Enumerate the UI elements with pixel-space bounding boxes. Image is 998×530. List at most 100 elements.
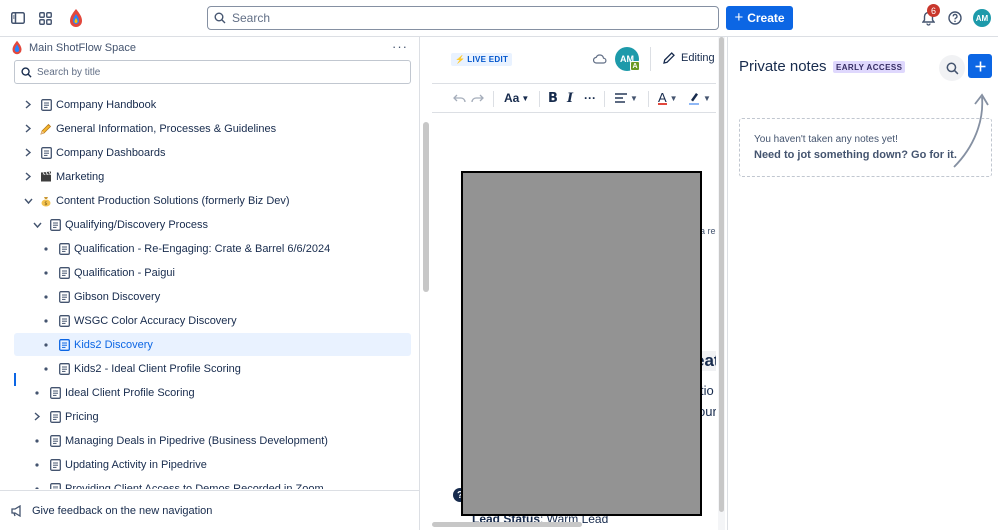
- chevron-down-icon: ▼: [521, 93, 530, 103]
- sidebar-tree-item[interactable]: Kids2 - Ideal Client Profile Scoring: [14, 357, 411, 380]
- search-icon: [946, 62, 958, 74]
- more-options-icon[interactable]: ···: [392, 39, 408, 54]
- global-search-input[interactable]: Search: [207, 6, 719, 30]
- sidebar-tree-item-label: Updating Activity in Pipedrive: [65, 458, 207, 471]
- page-icon: [58, 242, 70, 255]
- sidebar-tree-item-label: Providing Client Access to Demos Recorde…: [65, 482, 324, 490]
- content-fragment: a re: [700, 226, 716, 236]
- sidebar-tree-item[interactable]: WSGC Color Accuracy Discovery: [14, 309, 411, 332]
- sidebar-tree-item[interactable]: Providing Client Access to Demos Recorde…: [14, 477, 411, 489]
- empty-notes-line2: Need to jot something down? Go for it.: [754, 149, 957, 161]
- text-color-dropdown[interactable]: A ▼: [658, 89, 678, 107]
- clapper-emoji-icon: [40, 171, 52, 183]
- user-avatar[interactable]: AM: [973, 9, 991, 27]
- alignment-dropdown[interactable]: ▼: [615, 89, 638, 107]
- toolbar-divider: [648, 91, 649, 107]
- undo-icon[interactable]: [453, 89, 466, 107]
- sidebar-tree-item[interactable]: Ideal Client Profile Scoring: [14, 381, 411, 404]
- sidebar-tree-item[interactable]: Company Dashboards: [14, 141, 411, 164]
- notes-title: Private notes: [739, 58, 827, 75]
- bullet-icon: [31, 387, 43, 399]
- chevron-down-icon[interactable]: [22, 195, 34, 207]
- space-logo-icon: [11, 40, 23, 58]
- sidebar-tree-item-label: Gibson Discovery: [74, 290, 161, 303]
- notes-search-button[interactable]: [939, 55, 965, 81]
- bullet-icon: [40, 267, 52, 279]
- sidebar-tree-item-label: Kids2 - Ideal Client Profile Scoring: [74, 362, 241, 375]
- page-icon: [49, 482, 61, 489]
- sidebar-tree-item[interactable]: Pricing: [14, 405, 411, 428]
- notification-count-badge: 6: [927, 4, 940, 17]
- page-icon: [49, 458, 61, 471]
- chevron-right-icon[interactable]: [31, 411, 43, 423]
- page-icon: [49, 218, 61, 231]
- highlight-dropdown[interactable]: ▼: [688, 89, 711, 107]
- redo-icon[interactable]: [471, 89, 484, 107]
- italic-icon[interactable]: I: [567, 89, 573, 107]
- toolbar-divider: [493, 91, 494, 107]
- bullet-icon: [40, 291, 52, 303]
- sidebar-tree-item[interactable]: $ Content Production Solutions (formerly …: [14, 189, 411, 212]
- empty-notes-placeholder: You haven't taken any notes yet! Need to…: [739, 118, 992, 177]
- chevron-down-icon: ▼: [630, 93, 638, 103]
- sidebar-tree-item[interactable]: Kids2 Discovery: [14, 333, 411, 356]
- space-title[interactable]: Main ShotFlow Space: [29, 42, 136, 54]
- private-notes-panel: Private notes EARLY ACCESS You haven't t…: [727, 37, 998, 530]
- app-switcher-icon[interactable]: [36, 9, 54, 27]
- editing-mode-button[interactable]: Editing: [662, 51, 715, 65]
- chevron-right-icon[interactable]: [22, 99, 34, 111]
- text-style-dropdown[interactable]: Aa ▼: [504, 89, 529, 107]
- sidebar-tree-item[interactable]: Qualification - Re-Engaging: Crate & Bar…: [14, 237, 411, 260]
- sidebar-toggle-icon[interactable]: [9, 9, 27, 27]
- sidebar-tree-item-label: General Information, Processes & Guideli…: [56, 122, 277, 135]
- chevron-right-icon[interactable]: [22, 123, 34, 135]
- chevron-right-icon[interactable]: [22, 171, 34, 183]
- sidebar-tree-item[interactable]: General Information, Processes & Guideli…: [14, 117, 411, 140]
- page-icon: [58, 338, 70, 351]
- feedback-button[interactable]: Give feedback on the new navigation: [0, 490, 420, 530]
- create-button[interactable]: + Create: [726, 6, 793, 30]
- global-search-placeholder: Search: [232, 11, 271, 25]
- add-note-button[interactable]: [968, 54, 992, 78]
- sidebar-tree-item-label: Qualification - Re-Engaging: Crate & Bar…: [74, 242, 331, 255]
- svg-text:$: $: [44, 201, 47, 207]
- more-formatting-icon[interactable]: ···: [584, 89, 596, 107]
- page-icon: [58, 290, 70, 303]
- help-icon[interactable]: [946, 9, 964, 27]
- bold-icon[interactable]: B: [548, 89, 558, 107]
- editor-toolbar: Aa ▼ B I ··· ▼ A ▼ ▼: [432, 83, 716, 113]
- sidebar-search-input[interactable]: Search by title: [14, 60, 411, 84]
- sidebar-tree-item[interactable]: Company Handbook: [14, 93, 411, 116]
- bullet-icon: [31, 483, 43, 489]
- sidebar-tree-item[interactable]: Managing Deals in Pipedrive (Business De…: [14, 429, 411, 452]
- top-navigation-bar: Search + Create 6 AM: [0, 0, 998, 37]
- sidebar-tree-item[interactable]: Updating Activity in Pipedrive: [14, 453, 411, 476]
- text-style-label: Aa: [504, 91, 520, 105]
- chevron-right-icon[interactable]: [22, 147, 34, 159]
- sidebar-tree-item[interactable]: Qualification - Paigui: [14, 261, 411, 284]
- page-icon: [49, 386, 61, 399]
- sidebar-tree-item-label: Kids2 Discovery: [74, 338, 153, 351]
- sidebar-tree-item[interactable]: Marketing: [14, 165, 411, 188]
- product-logo-icon[interactable]: [66, 7, 86, 29]
- moneybag-emoji-icon: $: [40, 195, 52, 207]
- content-fragment: tio: [700, 383, 714, 398]
- editor-scrollbar-thumb[interactable]: [719, 37, 724, 512]
- sidebar-tree-item[interactable]: Qualifying/Discovery Process: [14, 213, 411, 236]
- chevron-down-icon: ▼: [669, 93, 678, 103]
- bullet-icon: [40, 315, 52, 327]
- bullet-icon: [31, 435, 43, 447]
- editor-horizontal-scrollbar[interactable]: [432, 522, 582, 527]
- chevron-down-icon[interactable]: [31, 219, 43, 231]
- highlighter-icon: [689, 92, 699, 105]
- sidebar-tree-item[interactable]: Gibson Discovery: [14, 285, 411, 308]
- cloud-sync-icon[interactable]: [592, 53, 607, 67]
- collaborator-avatar-badge: A: [630, 61, 640, 71]
- empty-notes-line1: You haven't taken any notes yet!: [754, 134, 898, 145]
- page-tree: Company Handbook General Information, Pro…: [0, 90, 420, 489]
- page-icon: [49, 434, 61, 447]
- sidebar-scrollbar[interactable]: [423, 122, 429, 292]
- early-access-badge: EARLY ACCESS: [833, 61, 906, 73]
- sidebar-tree-item-label: Managing Deals in Pipedrive (Business De…: [65, 434, 328, 447]
- editor-scrollbar-track[interactable]: [718, 37, 725, 530]
